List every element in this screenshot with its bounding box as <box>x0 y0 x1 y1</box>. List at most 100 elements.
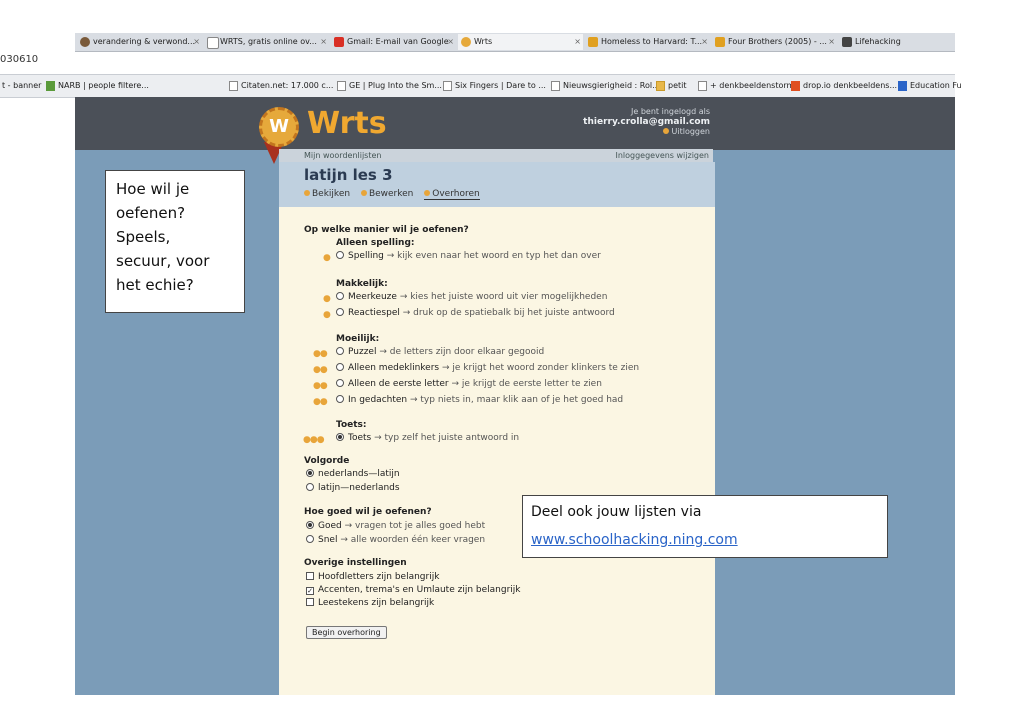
option-name: Toets <box>348 433 372 443</box>
question-order: Volgorde <box>304 456 350 466</box>
check-leestekens[interactable]: Leestekens zijn belangrijk <box>306 598 434 608</box>
browser-tab[interactable]: Gmail: E-mail van Google × <box>331 34 456 50</box>
tab-bekijken[interactable]: Bekijken <box>304 189 350 199</box>
option-name: Alleen de eerste letter <box>348 379 449 389</box>
radio-button[interactable] <box>306 483 314 491</box>
option-goed[interactable]: Goed → vragen tot je alles goed hebt <box>306 521 485 531</box>
begin-overhoring-button[interactable]: Begin overhoring <box>306 626 387 639</box>
m-icon <box>715 37 725 47</box>
option-description: → kijk even naar het woord en typ het da… <box>386 251 601 261</box>
close-icon[interactable]: × <box>574 34 581 50</box>
radio-button[interactable] <box>336 347 344 355</box>
my-lists-link[interactable]: Mijn woordenlijsten <box>304 149 381 162</box>
bookmark-label: Education Fu <box>910 81 962 90</box>
bookmark-item[interactable]: Six Fingers | Dare to ... <box>442 75 546 97</box>
group-hard-label: Moeilijk: <box>336 334 380 344</box>
tab-label: Four Brothers (2005) - ... <box>728 37 827 46</box>
option-gedachten[interactable]: In gedachten → typ niets in, maar klik a… <box>336 395 623 405</box>
tab-bewerken[interactable]: Bewerken <box>360 189 413 199</box>
difficulty-dots-icon: ● <box>323 253 331 263</box>
option-description: → typ zelf het juiste antwoord in <box>374 433 520 443</box>
list-title: latijn les 3 <box>304 166 393 184</box>
option-snel[interactable]: Snel → alle woorden één keer vragen <box>306 535 485 545</box>
option-medeklinkers[interactable]: Alleen medeklinkers → je krijgt het woor… <box>336 363 639 373</box>
close-icon[interactable]: × <box>447 34 454 50</box>
difficulty-dots-icon: ●● <box>313 349 328 359</box>
order-option-2[interactable]: latijn—nederlands <box>306 483 400 493</box>
bookmark-item[interactable]: Citaten.net: 17.000 c... <box>228 75 333 97</box>
bookmarks-bar: t - banner NARB | people filtere... Cita… <box>0 74 962 98</box>
option-meerkeuze[interactable]: Meerkeuze → kies het juiste woord uit vi… <box>336 292 607 302</box>
radio-button-selected[interactable] <box>336 433 344 441</box>
order-option-1[interactable]: nederlands—latijn <box>306 469 400 479</box>
question-other: Overige instellingen <box>304 558 407 568</box>
radio-button[interactable] <box>336 292 344 300</box>
logout-label: Uitloggen <box>671 127 710 136</box>
close-icon[interactable]: × <box>701 34 708 50</box>
site-logo[interactable]: Wrts <box>307 106 387 141</box>
logout-link[interactable]: Uitloggen <box>575 127 710 137</box>
bookmark-item[interactable]: NARB | people filtere... <box>45 75 149 97</box>
bookmark-item[interactable]: t - banner <box>0 75 41 97</box>
schoolhacking-link[interactable]: www.schoolhacking.ning.com <box>531 532 738 548</box>
option-puzzel[interactable]: Puzzel → de letters zijn door elkaar geg… <box>336 347 544 357</box>
bookmark-label: + denkbeeldenstorm <box>710 81 795 90</box>
option-eerste-letter[interactable]: Alleen de eerste letter → je krijgt de e… <box>336 379 602 389</box>
change-login-link[interactable]: Inloggegevens wijzigen <box>615 149 709 162</box>
bookmark-label: Nieuwsgierigheid : Rol... <box>563 81 660 90</box>
radio-button[interactable] <box>336 395 344 403</box>
annotation-text: Hoe wil je oefenen? Speels, secuur, voor… <box>116 180 210 294</box>
browser-tab[interactable]: Four Brothers (2005) - ... × <box>712 34 837 50</box>
page-icon <box>207 37 219 49</box>
bookmark-item[interactable]: drop.io denkbeeldens... <box>790 75 897 97</box>
bookmark-item[interactable]: Nieuwsgierigheid : Rol... <box>550 75 660 97</box>
education-icon <box>898 81 907 91</box>
close-icon[interactable]: × <box>828 34 835 50</box>
tab-label: Homeless to Harvard: T... <box>601 37 703 46</box>
checkbox[interactable] <box>306 598 314 606</box>
tab-label: Wrts <box>474 37 493 46</box>
check-accenten[interactable]: ✓ Accenten, trema's en Umlaute zijn belan… <box>306 585 521 595</box>
login-email: thierry.crolla@gmail.com <box>583 117 710 127</box>
wrts-icon <box>461 37 471 47</box>
option-description: → kies het juiste woord uit vier mogelij… <box>399 292 608 302</box>
browser-tab[interactable]: WRTS, gratis online ov... × <box>204 34 329 50</box>
bookmark-item[interactable]: petit <box>655 75 687 97</box>
browser-tab[interactable]: Homeless to Harvard: T... × <box>585 34 710 50</box>
browser-tab-active[interactable]: Wrts × <box>458 34 583 50</box>
radio-button[interactable] <box>336 363 344 371</box>
folder-icon <box>656 81 665 91</box>
option-reactiespel[interactable]: Reactiespel → druk op de spatiebalk bij … <box>336 308 615 318</box>
checkbox-checked[interactable]: ✓ <box>306 587 314 595</box>
bookmark-item[interactable]: + denkbeeldenstorm <box>697 75 794 97</box>
bookmark-item[interactable]: GE | Plug Into the Sm... <box>336 75 442 97</box>
difficulty-dots-icon: ●● <box>313 365 328 375</box>
bookmark-label: Citaten.net: 17.000 c... <box>241 81 334 90</box>
tab-overhoren[interactable]: Overhoren <box>424 189 480 200</box>
option-toets[interactable]: Toets → typ zelf het juiste antwoord in <box>336 433 519 443</box>
wrts-logo-badge[interactable]: W <box>259 107 299 147</box>
close-icon[interactable]: × <box>320 34 327 50</box>
check-hoofdletters[interactable]: Hoofdletters zijn belangrijk <box>306 572 439 582</box>
radio-button[interactable] <box>336 251 344 259</box>
radio-button-selected[interactable] <box>306 469 314 477</box>
bookmark-item[interactable]: Education Fu <box>897 75 962 97</box>
browser-tab[interactable]: verandering & verwond... × <box>77 34 202 50</box>
browser-tab[interactable]: Lifehacking <box>839 34 949 50</box>
bullet-icon <box>424 190 431 196</box>
login-info: Je bent ingelogd als thierry.crolla@gmai… <box>575 107 710 137</box>
dropio-icon <box>791 81 800 91</box>
m-icon <box>588 37 598 47</box>
difficulty-dots-icon: ●● <box>313 381 328 391</box>
radio-button[interactable] <box>336 308 344 316</box>
option-spelling[interactable]: Spelling → kijk even naar het woord en t… <box>336 251 601 261</box>
close-icon[interactable]: × <box>193 34 200 50</box>
radio-button[interactable] <box>336 379 344 387</box>
page-icon <box>229 81 238 91</box>
checkbox[interactable] <box>306 572 314 580</box>
radio-button-selected[interactable] <box>306 521 314 529</box>
radio-button[interactable] <box>306 535 314 543</box>
annotation-note-left: Hoe wil je oefenen? Speels, secuur, voor… <box>105 170 245 313</box>
annotation-note-right: Deel ook jouw lijsten via www.schoolhack… <box>522 495 888 558</box>
option-name: Puzzel <box>348 347 377 357</box>
